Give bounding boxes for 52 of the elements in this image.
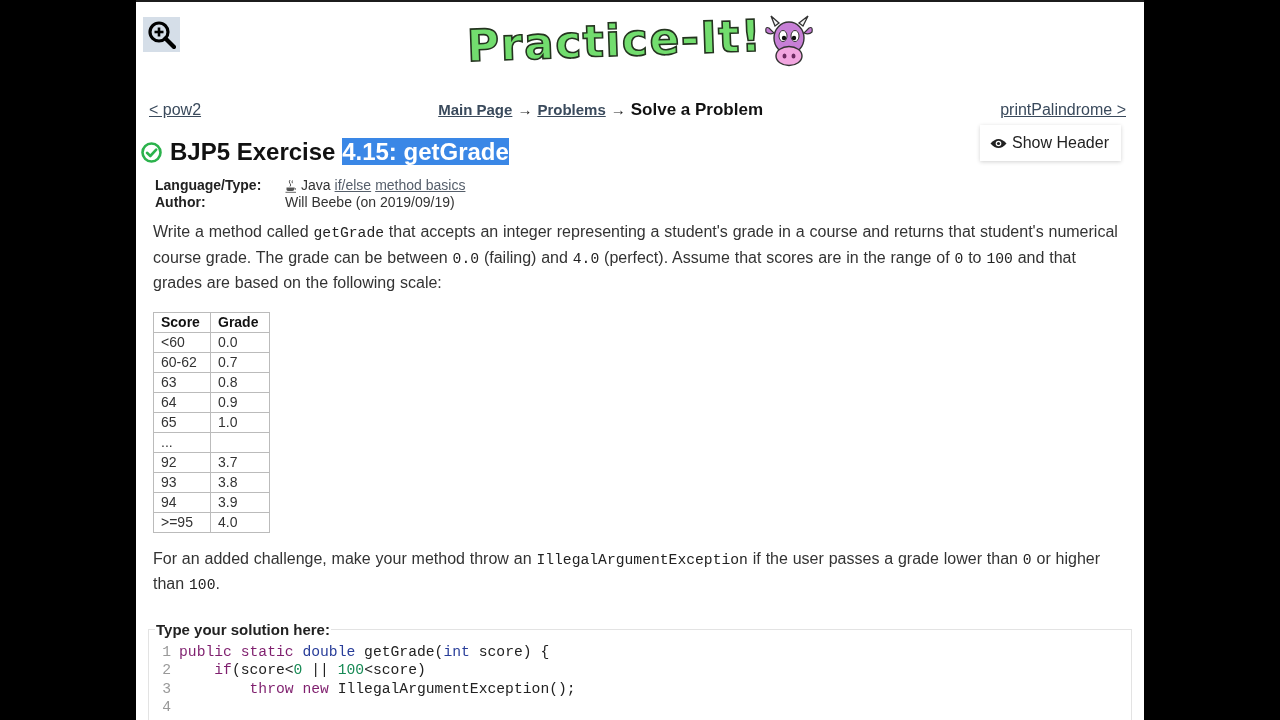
line-number: 4: [161, 698, 171, 717]
table-cell: 3.9: [210, 492, 270, 512]
topic-link[interactable]: if/else: [334, 177, 372, 194]
author-name: Will Beebe (on 2019/09/19): [285, 194, 455, 211]
table-cell: 65: [153, 412, 211, 432]
code-line: if(score<0 || 100<score): [213, 661, 426, 680]
zoom-button[interactable]: [143, 17, 180, 52]
meta-label: Language/Type:: [155, 177, 263, 194]
breadcrumb-separator: →: [610, 101, 626, 118]
table-cell: 0.9: [210, 392, 270, 412]
eye-icon: [990, 137, 1008, 149]
cow-icon: [765, 14, 814, 68]
language-name: Java: [301, 177, 331, 194]
table-cell: 60-62: [153, 352, 211, 372]
column-header: Grade: [210, 312, 270, 332]
solution-legend: Type your solution here:: [155, 620, 331, 638]
table-cell: 0.8: [210, 372, 270, 392]
column-header: Score: [153, 312, 211, 332]
table-cell: 4.0: [210, 512, 270, 532]
challenge-description: For an added challenge, make your method throw an IllegalArgumentException if the user passes a grade lower than 0 or higher than 100.: [153, 548, 1102, 595]
table-cell: 1.0: [210, 412, 270, 432]
show-header-button[interactable]: Show Header: [980, 125, 1121, 161]
table-cell: ...: [153, 432, 211, 452]
breadcrumb-current: Solve a Problem: [630, 100, 763, 120]
table-cell: 0.7: [210, 352, 270, 372]
table-cell: 63: [153, 372, 211, 392]
table-cell: <60: [153, 332, 211, 352]
breadcrumb-separator: →: [517, 101, 533, 118]
table-cell: >=95: [153, 512, 211, 532]
problem-title: BJP5 Exercise 4.15: getGrade: [170, 138, 509, 166]
breadcrumb-link[interactable]: Problems: [537, 101, 606, 118]
table-cell: 3.8: [210, 472, 270, 492]
breadcrumb-link[interactable]: Main Page: [438, 101, 513, 118]
meta-label: Author:: [155, 194, 207, 211]
table-cell: 93: [153, 472, 211, 492]
table-cell: 0.0: [210, 332, 270, 352]
table-cell: 94: [153, 492, 211, 512]
site-logo: Practice-It!: [465, 8, 764, 74]
code-line: public static double getGrade(int score) {: [179, 642, 550, 662]
line-number: 1: [161, 642, 171, 662]
topic-link[interactable]: method basics: [375, 177, 466, 194]
line-number: 2: [161, 661, 171, 680]
table-cell: 3.7: [210, 452, 270, 472]
table-cell: 64: [153, 392, 211, 412]
problem-description: Write a method called getGrade that accepts an integer representing a student's grade in a course and returns that student's numerical course grade. The grade can be between 0.0 (failing) and 4.0 (perfect). Assume that scores are in the range of 0 to 100 and that grades are based on the following scale:: [153, 222, 1119, 293]
next-problem-link[interactable]: printPalindrome >: [1000, 101, 1126, 119]
zoom-in-icon: [147, 20, 176, 49]
coffee-cup-icon: [285, 178, 297, 193]
previous-problem-link[interactable]: < pow2: [149, 101, 202, 119]
line-number: 3: [161, 679, 171, 699]
code-line: throw new IllegalArgumentException();: [248, 679, 576, 699]
table-cell: 92: [153, 452, 211, 472]
